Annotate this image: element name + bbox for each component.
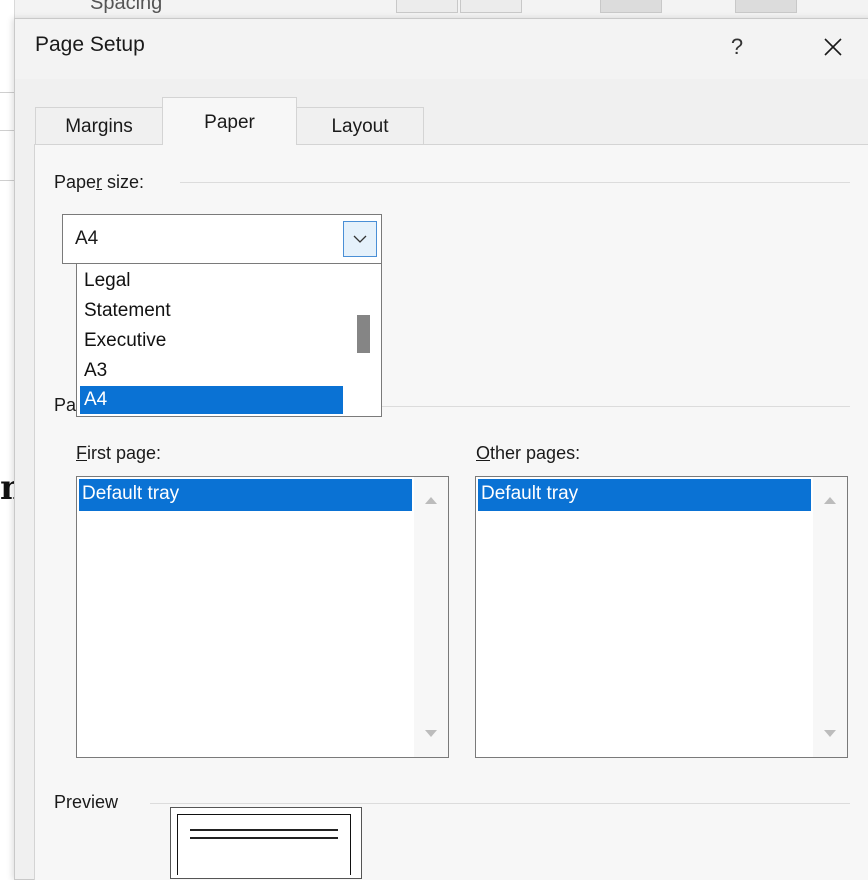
ribbon-control — [460, 0, 522, 13]
dropdown-button[interactable] — [343, 221, 377, 257]
preview-label: Preview — [54, 792, 125, 813]
tab-label: Layout — [331, 116, 389, 137]
paper-size-label: Paper size: — [54, 172, 151, 193]
dropdown-option[interactable]: A3 — [80, 357, 343, 385]
dialog-title: Page Setup — [35, 33, 145, 56]
ribbon-control — [735, 0, 797, 13]
tab-layout[interactable]: Layout — [296, 107, 424, 145]
first-page-tray-list[interactable]: Default tray — [76, 476, 449, 758]
group-divider — [150, 803, 850, 804]
close-icon — [824, 38, 842, 56]
preview-text-line — [190, 829, 338, 831]
tab-label: Paper — [204, 112, 255, 133]
group-divider — [380, 406, 850, 407]
list-scrollbar[interactable] — [414, 477, 448, 757]
tab-paper[interactable]: Paper — [162, 97, 297, 145]
dialog-titlebar[interactable]: Page Setup ? — [15, 19, 868, 79]
dropdown-scrollbar[interactable] — [345, 265, 381, 415]
scroll-up-icon[interactable] — [824, 497, 836, 504]
scroll-up-icon[interactable] — [425, 497, 437, 504]
chevron-down-icon — [353, 235, 367, 243]
list-item-selected[interactable]: Default tray — [478, 479, 811, 511]
divider — [0, 92, 14, 93]
preview-text-line — [190, 837, 338, 839]
scrollbar-thumb[interactable] — [357, 315, 370, 353]
ribbon-control — [396, 0, 458, 13]
dropdown-option[interactable]: Legal — [80, 267, 343, 295]
tab-margins[interactable]: Margins — [35, 107, 163, 145]
group-divider — [180, 182, 850, 183]
paper-source-label: Pa — [54, 395, 77, 416]
dropdown-option[interactable]: Executive — [80, 327, 343, 355]
help-button[interactable]: ? — [717, 27, 757, 67]
ribbon-spacing-label: Spacing — [90, 0, 163, 14]
paper-size-combobox[interactable]: A4 — [62, 214, 382, 264]
list-scrollbar[interactable] — [813, 477, 847, 757]
close-button[interactable] — [811, 27, 855, 67]
divider — [0, 130, 14, 131]
paper-size-value: A4 — [75, 228, 99, 249]
list-item-selected[interactable]: Default tray — [79, 479, 412, 511]
help-icon: ? — [730, 34, 744, 59]
divider — [0, 180, 14, 181]
other-pages-tray-list[interactable]: Default tray — [475, 476, 848, 758]
scroll-down-icon[interactable] — [425, 730, 437, 737]
ribbon-control — [600, 0, 662, 13]
other-pages-label: Other pages: — [476, 443, 581, 463]
first-page-label: First page: — [76, 443, 162, 463]
dropdown-option[interactable]: Statement — [80, 297, 343, 325]
preview-page-outline — [177, 814, 351, 875]
paper-size-dropdown-list[interactable]: Legal Statement Executive A3 A4 — [76, 263, 382, 417]
page-preview — [170, 807, 362, 879]
dropdown-option-selected[interactable]: A4 — [80, 386, 343, 414]
tab-label: Margins — [65, 116, 133, 137]
scroll-down-icon[interactable] — [824, 730, 836, 737]
